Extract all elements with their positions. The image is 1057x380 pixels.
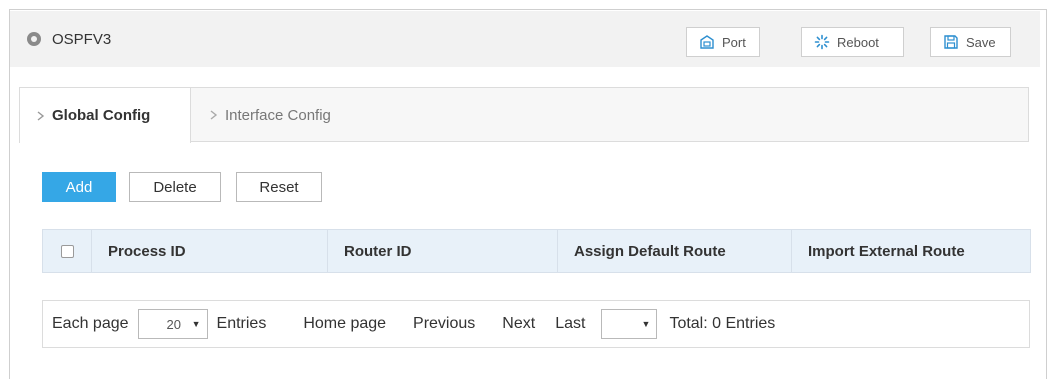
save-disk-icon <box>943 34 959 50</box>
column-header-router-id[interactable]: Router ID <box>327 229 558 273</box>
select-all-checkbox[interactable] <box>60 245 74 259</box>
save-button[interactable]: Save <box>930 27 1011 57</box>
chevron-right-icon <box>36 110 46 122</box>
port-button-label: Port <box>722 34 746 50</box>
ospf-process-table: Process ID Router ID Assign Default Rout… <box>42 229 1031 273</box>
reboot-button-label: Reboot <box>837 34 879 50</box>
save-button-label: Save <box>966 34 996 50</box>
next-page-link[interactable]: Next <box>502 315 535 333</box>
reboot-spinner-icon <box>814 34 830 50</box>
page-size-select[interactable]: 20 ▼ <box>137 309 208 339</box>
total-entries-text: Total: 0 Entries <box>669 315 776 332</box>
reboot-button[interactable]: Reboot <box>801 27 904 57</box>
header-title-group: OSPFV3 <box>26 11 111 67</box>
dropdown-caret-icon: ▼ <box>191 319 201 329</box>
page-number-select[interactable]: ▼ <box>601 309 658 339</box>
settings-circle-icon <box>26 31 42 47</box>
each-page-label: Each page <box>52 315 129 332</box>
tab-interface-config[interactable]: Interface Config <box>209 87 331 143</box>
column-header-process-id[interactable]: Process ID <box>91 229 328 273</box>
tab-label: Interface Config <box>225 106 331 124</box>
reset-button[interactable]: Reset <box>236 172 322 202</box>
last-page-link[interactable]: Last <box>555 315 585 333</box>
column-header-import-external-route[interactable]: Import External Route <box>791 229 1031 273</box>
tab-bar: Global Config Interface Config <box>19 87 1029 143</box>
page-size-value: 20 <box>166 316 181 332</box>
entries-label: Entries <box>216 315 267 332</box>
pagination-bar: Each page 20 ▼ Entries Home page Previou… <box>42 300 1030 348</box>
dropdown-caret-icon: ▼ <box>641 319 651 329</box>
panel-header: OSPFV3 Port Reboot Save <box>10 11 1040 67</box>
chevron-right-icon <box>209 109 219 121</box>
port-button[interactable]: Port <box>686 27 760 57</box>
port-icon <box>699 34 715 50</box>
home-page-link[interactable]: Home page <box>303 315 386 333</box>
tab-label: Global Config <box>52 107 151 124</box>
previous-page-link[interactable]: Previous <box>413 315 475 333</box>
select-all-cell <box>42 229 92 273</box>
delete-button[interactable]: Delete <box>129 172 221 202</box>
tab-global-config[interactable]: Global Config <box>19 87 191 143</box>
column-header-assign-default-route[interactable]: Assign Default Route <box>557 229 792 273</box>
page-title: OSPFV3 <box>52 30 112 48</box>
table-header-row: Process ID Router ID Assign Default Rout… <box>42 229 1031 273</box>
add-button[interactable]: Add <box>42 172 116 202</box>
